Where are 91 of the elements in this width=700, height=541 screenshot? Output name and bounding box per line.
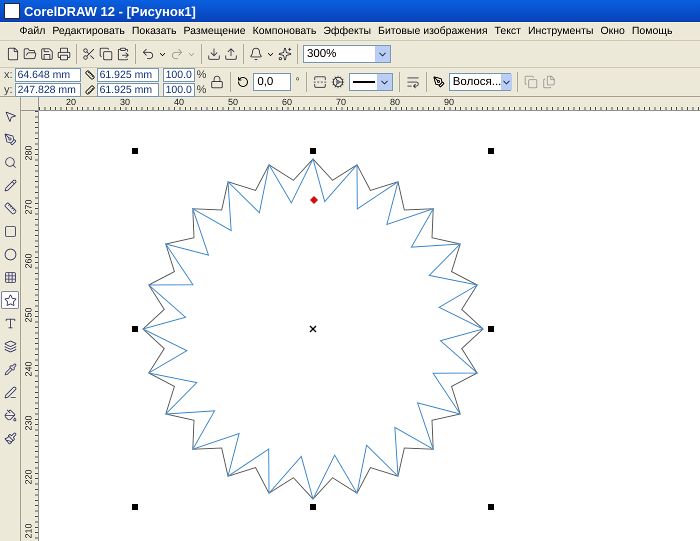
new-file-icon[interactable] [6,47,20,61]
ruler-label: 50 [228,97,238,107]
y-position-field[interactable]: 247.828 mm [14,82,81,96]
node-marker-icon[interactable] [310,196,318,204]
layers-icon [4,340,16,352]
ruler-label: 90 [444,97,454,107]
open-icon[interactable] [23,47,37,61]
center-mark-icon [309,325,317,333]
selection-handle[interactable] [132,148,138,154]
ruler-label: 250 [24,307,34,323]
outline-dropdown[interactable]: Волося... [448,73,511,91]
pen-nib-icon [4,132,16,146]
menu-item[interactable]: Битовые изображения [374,25,492,37]
zoom-icon [4,156,16,168]
export-icon[interactable] [224,47,238,61]
selection-handle[interactable] [310,504,316,510]
ruler-label: 220 [24,469,34,485]
width-field[interactable]: 61.925 mm [96,68,159,82]
ruler-icon [4,202,16,214]
ruler-label: 20 [66,97,76,107]
y-label: y: [4,84,13,96]
ruler-label: 270 [24,199,34,215]
pen-icon [4,386,16,398]
pointer-icon [4,110,16,122]
scale-y-field[interactable]: 100.0 [162,82,195,96]
scale-x-field[interactable]: 100.0 [162,68,195,82]
grid-icon [4,270,16,284]
tool-button[interactable] [1,291,19,309]
selection-handle[interactable] [132,504,138,510]
ruler-label: 260 [24,253,34,269]
percent-label: % [196,84,206,96]
paintbrush-icon [4,432,16,444]
pen-icon [432,76,445,88]
cut-icon[interactable] [82,47,96,61]
rotation-field[interactable]: 0,0 [253,73,292,91]
print-icon[interactable] [57,47,71,61]
line-icon [352,80,375,84]
rotate-icon [237,76,250,88]
ellipse-icon [4,248,16,260]
paste-icon[interactable] [116,47,130,61]
ruler-label: 60 [282,97,292,107]
menu-item[interactable]: Редактировать [48,25,128,37]
app-icon [4,3,20,19]
save-icon[interactable] [40,47,54,61]
menu-item[interactable]: Окно [596,25,628,37]
line-style-dropdown[interactable] [348,73,393,91]
import-icon[interactable] [207,47,221,61]
degree-label: ° [295,76,300,88]
x-position-field[interactable]: 64.648 mm [14,68,81,82]
wrap-icon[interactable] [406,75,420,89]
menu-item[interactable]: Эффекты [320,25,375,37]
ruler-label: 210 [24,523,34,539]
menu-item[interactable]: Компоновать [249,25,320,37]
sparkle-icon[interactable] [278,47,292,61]
menu-item[interactable]: Инструменты [524,25,597,37]
zoom-dropdown[interactable]: 300% [303,45,391,63]
bell-icon[interactable] [249,47,263,61]
letter-icon [4,316,16,330]
undo-icon[interactable] [141,47,155,61]
ruler-label: 40 [174,97,184,107]
x-label: x: [4,68,13,80]
ruler-label: 240 [24,361,34,377]
ruler-label: 230 [24,415,34,431]
mirror-icon[interactable] [312,75,327,89]
menu-item[interactable]: Текст [491,25,524,37]
eyedropper-icon [4,362,16,376]
rectangle-icon [4,224,16,238]
ruler-label: 280 [24,145,34,161]
width-icon [84,70,95,80]
menu-item[interactable]: Помощь [628,25,676,37]
star-icon [4,294,16,306]
selection-handle[interactable] [488,148,494,154]
percent-label: % [196,68,206,80]
pencil-icon [4,178,16,192]
ruler-label: 80 [390,97,400,107]
ruler-label: 30 [120,97,130,107]
paint-bucket-icon [4,408,16,422]
ruler-label: 70 [336,97,346,107]
gear-icon[interactable] [330,75,345,89]
height-field[interactable]: 61.925 mm [96,82,159,96]
selection-handle[interactable] [132,326,138,332]
window-title: CorelDRAW 12 - [Рисунок1] [24,4,196,18]
menu-item[interactable]: Файл [16,25,49,37]
height-icon [84,84,95,94]
copy-icon[interactable] [99,47,113,61]
menu-item[interactable]: Размещение [180,25,250,37]
selection-handle[interactable] [310,148,316,154]
selection-handle[interactable] [488,504,494,510]
selection-handle[interactable] [488,326,494,332]
lock-icon[interactable] [210,75,224,89]
menu-item[interactable]: Показать [128,25,180,37]
